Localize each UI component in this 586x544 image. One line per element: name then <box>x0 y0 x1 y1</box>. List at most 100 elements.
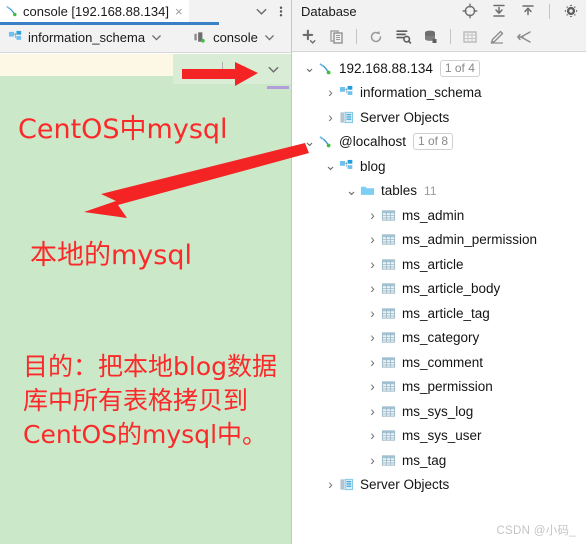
chevron-down-icon[interactable]: ⌄ <box>302 134 317 150</box>
find-separator <box>222 62 223 76</box>
tree-label-t3: ms_article <box>402 256 464 272</box>
find-next-icon[interactable] <box>266 62 281 77</box>
tree-badge-localhost: 1 of 8 <box>413 133 454 151</box>
chevron-right-icon[interactable]: › <box>365 232 380 247</box>
editor-find-widget[interactable] <box>173 54 291 84</box>
toolbar-divider-2 <box>450 29 451 44</box>
tree-row-information-schema[interactable]: › information_schema <box>292 81 586 106</box>
console-toolbar: information_schema console <box>0 22 291 53</box>
tree-row-tables-folder[interactable]: ⌄ tables 11 <box>292 179 586 204</box>
tree-label-t6: ms_category <box>402 330 480 346</box>
chevron-right-icon[interactable]: › <box>365 257 380 272</box>
table-icon <box>380 232 397 247</box>
tree-row-t11[interactable]: › ms_tag <box>292 448 586 473</box>
tree-row-server-objects-remote[interactable]: › Server Objects <box>292 105 586 130</box>
settings-gear-icon[interactable] <box>563 3 579 19</box>
tree-label-t4: ms_article_body <box>402 281 501 297</box>
schema-icon <box>338 85 355 100</box>
tree-label-t1: ms_admin <box>402 207 465 223</box>
chevron-right-icon[interactable]: › <box>323 110 338 125</box>
active-tab-underline <box>0 22 219 25</box>
tree-row-t7[interactable]: › ms_comment <box>292 350 586 375</box>
tree-row-blog[interactable]: ⌄ blog <box>292 154 586 179</box>
table-icon <box>380 404 397 419</box>
more-options-icon[interactable] <box>279 4 283 19</box>
chevron-right-icon[interactable]: › <box>365 306 380 321</box>
database-panel-title: Database <box>301 3 357 19</box>
table-icon <box>380 330 397 345</box>
session-console-icon <box>193 30 208 45</box>
watermark: CSDN @小码_ <box>496 525 576 537</box>
chevron-right-icon[interactable]: › <box>365 355 380 370</box>
database-panel-header: Database <box>292 0 586 22</box>
tree-row-t2[interactable]: › ms_admin_permission <box>292 228 586 253</box>
tree-row-t4[interactable]: › ms_article_body <box>292 277 586 302</box>
tree-label-tables-folder: tables <box>381 183 418 199</box>
tree-row-t9[interactable]: › ms_sys_log <box>292 399 586 424</box>
table-grid-icon[interactable] <box>462 29 478 45</box>
add-new-icon[interactable] <box>301 28 318 45</box>
tree-row-t6[interactable]: › ms_category <box>292 326 586 351</box>
tree-row-t3[interactable]: › ms_article <box>292 252 586 277</box>
expand-all-icon[interactable] <box>491 3 507 19</box>
database-tree[interactable]: ⌄ 192.168.88.134 1 of 4 › information_schema… <box>292 52 586 544</box>
table-icon <box>380 257 397 272</box>
chevron-right-icon[interactable]: › <box>365 428 380 443</box>
duplicate-icon[interactable] <box>329 29 345 45</box>
chevron-down-icon[interactable]: ⌄ <box>344 183 359 199</box>
sync-settings-icon[interactable] <box>395 28 412 45</box>
folder-icon <box>359 183 376 198</box>
database-header-actions <box>462 3 579 19</box>
tree-label-t9: ms_sys_log <box>402 403 474 419</box>
tree-row-t10[interactable]: › ms_sys_user <box>292 424 586 449</box>
chevron-down-icon[interactable] <box>263 31 276 44</box>
tree-row-t8[interactable]: › ms_permission <box>292 375 586 400</box>
chevron-right-icon[interactable]: › <box>365 404 380 419</box>
server-objects-icon <box>338 110 355 125</box>
tree-label-t8: ms_permission <box>402 379 493 395</box>
tree-label-remote-server: 192.168.88.134 <box>339 60 433 76</box>
tree-row-remote-server[interactable]: ⌄ 192.168.88.134 1 of 4 <box>292 56 586 81</box>
schema-selector[interactable]: information_schema <box>8 26 163 48</box>
tree-label-t5: ms_article_tag <box>402 305 490 321</box>
tree-row-t5[interactable]: › ms_article_tag <box>292 301 586 326</box>
chevron-right-icon[interactable]: › <box>365 453 380 468</box>
find-previous-icon[interactable] <box>237 62 252 77</box>
editor-code-area[interactable]: CentOS中mysql 本地的mysql 目的：把本地blog数据 库中所有表… <box>0 54 291 544</box>
chevron-down-icon[interactable]: ⌄ <box>323 158 338 174</box>
tree-row-t1[interactable]: › ms_admin <box>292 203 586 228</box>
locate-target-icon[interactable] <box>462 3 478 19</box>
schema-icon <box>8 30 23 45</box>
chevron-right-icon[interactable]: › <box>365 379 380 394</box>
dolphin-mysql-icon <box>5 4 19 18</box>
jump-to-icon[interactable] <box>516 29 532 45</box>
editor-tab-console[interactable]: console [192.168.88.134] × <box>0 0 189 22</box>
chevron-right-icon[interactable]: › <box>365 208 380 223</box>
schema-icon <box>338 159 355 174</box>
chevron-right-icon[interactable]: › <box>365 281 380 296</box>
chevron-down-icon[interactable] <box>254 4 269 19</box>
chevron-down-icon[interactable]: ⌄ <box>302 60 317 76</box>
tree-label-t10: ms_sys_user <box>402 428 482 444</box>
tree-row-localhost[interactable]: ⌄ @localhost 1 of 8 <box>292 130 586 155</box>
editor-tabbar: console [192.168.88.134] × <box>0 0 291 25</box>
close-icon[interactable]: × <box>175 5 183 18</box>
annotation-purpose: 目的：把本地blog数据 库中所有表格拷贝到 CentOS的mysql中。 <box>23 350 277 452</box>
table-icon <box>380 379 397 394</box>
tree-row-server-objects-local[interactable]: › Server Objects <box>292 473 586 498</box>
session-selector[interactable]: console <box>193 26 276 48</box>
chevron-right-icon[interactable]: › <box>323 85 338 100</box>
table-icon <box>380 281 397 296</box>
database-stack-icon[interactable] <box>423 29 439 45</box>
annotation-purpose-line1: 目的：把本地blog数据 <box>23 352 277 381</box>
server-objects-icon <box>338 477 355 492</box>
chevron-right-icon[interactable]: › <box>323 477 338 492</box>
table-icon <box>380 306 397 321</box>
chevron-right-icon[interactable]: › <box>365 330 380 345</box>
chevron-down-icon[interactable] <box>150 31 163 44</box>
refresh-icon[interactable] <box>368 29 384 45</box>
annotation-background-green <box>0 76 291 544</box>
collapse-all-icon[interactable] <box>520 3 536 19</box>
modify-edit-icon[interactable] <box>489 29 505 45</box>
editor-tab-label: console [192.168.88.134] <box>23 3 170 19</box>
